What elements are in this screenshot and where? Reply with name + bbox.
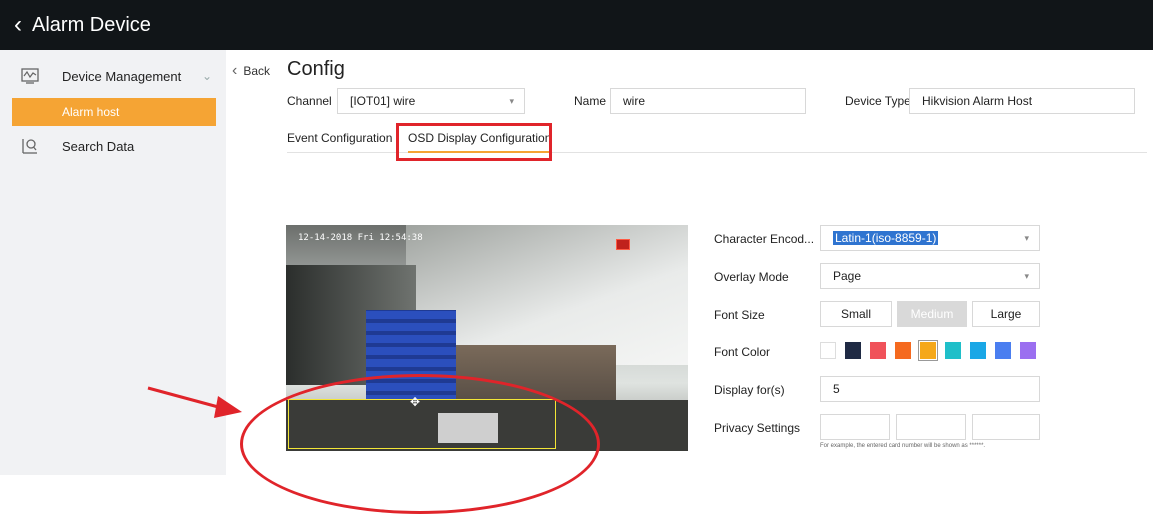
privacy-field-2[interactable] [896,414,966,440]
channel-label: Channel [287,94,332,108]
font-color-swatch[interactable] [820,342,836,359]
tab-highlight-annotation [396,123,552,161]
record-indicator-icon [616,239,630,250]
overlay-mode-select[interactable]: Page ▾ [820,263,1040,289]
back-label: Back [243,64,271,78]
device-management-icon [21,68,39,84]
search-data-icon [22,139,37,154]
device-type-label: Device Type [845,94,911,108]
chevron-left-icon: ‹ [232,62,238,79]
video-timestamp: 12-14-2018 Fri 12:54:38 [298,233,423,243]
display-for-field[interactable]: 5 [820,376,1040,402]
channel-select[interactable]: [IOT01] wire ▾ [337,88,525,114]
name-label: Name [574,94,607,108]
back-chevron-icon[interactable]: ‹ [14,13,22,37]
page-title: Config [287,58,345,80]
character-encoding-select[interactable]: Latin-1(iso-8859-1) ▾ [820,225,1040,251]
sidebar-item-search-data[interactable]: Search Data [0,126,226,166]
font-size-label: Font Size [714,308,765,322]
chevron-down-icon: ⌄ [201,69,212,83]
channel-value: [IOT01] wire [350,94,416,108]
app-title: Alarm Device [32,13,151,36]
font-color-swatch[interactable] [845,342,861,359]
annotation-ellipse [240,374,600,514]
dropdown-caret-icon: ▾ [1024,271,1029,281]
top-bar: ‹ Alarm Device [0,0,1153,50]
font-size-large-button[interactable]: Large [972,301,1040,327]
sidebar-item-label: Device Management [62,68,182,84]
privacy-settings-label: Privacy Settings [714,421,801,435]
dropdown-caret-icon: ▾ [509,96,514,106]
main-panel: ‹ Back Config Channel [IOT01] wire ▾ Nam… [147,50,1153,514]
font-size-small-button[interactable]: Small [820,301,892,327]
privacy-field-1[interactable] [820,414,890,440]
dropdown-caret-icon: ▾ [1024,233,1029,243]
privacy-hint: For example, the entered card number wil… [820,443,986,449]
sidebar-item-alarm-host[interactable]: Alarm host [12,98,216,126]
overlay-mode-value: Page [833,269,862,283]
display-for-label: Display for(s) [714,383,785,397]
annotation-arrow-icon [147,386,242,418]
font-color-swatch[interactable] [1020,342,1036,359]
back-link[interactable]: ‹ Back [232,62,270,80]
character-encoding-label: Character Encod... [714,232,815,246]
font-color-swatch[interactable] [918,340,938,361]
font-color-swatch[interactable] [870,342,886,359]
font-color-swatch[interactable] [945,342,961,359]
device-type-value: Hikvision Alarm Host [922,94,1033,108]
font-color-swatch[interactable] [895,342,911,359]
name-field[interactable]: wire [610,88,806,114]
privacy-field-3[interactable] [972,414,1040,440]
font-size-medium-button[interactable]: Medium [897,301,967,327]
font-color-label: Font Color [714,345,771,359]
sidebar-item-device-management[interactable]: Device Management ⌄ [0,56,226,96]
tab-event-configuration[interactable]: Event Configuration [287,131,392,145]
display-for-value: 5 [833,382,840,396]
overlay-mode-label: Overlay Mode [714,270,789,284]
sidebar-item-label: Search Data [62,138,135,154]
name-value: wire [623,94,646,108]
font-color-swatch[interactable] [995,342,1011,359]
font-color-swatch[interactable] [970,342,986,359]
character-encoding-value: Latin-1(iso-8859-1) [833,231,939,245]
device-type-field[interactable]: Hikvision Alarm Host [909,88,1135,114]
